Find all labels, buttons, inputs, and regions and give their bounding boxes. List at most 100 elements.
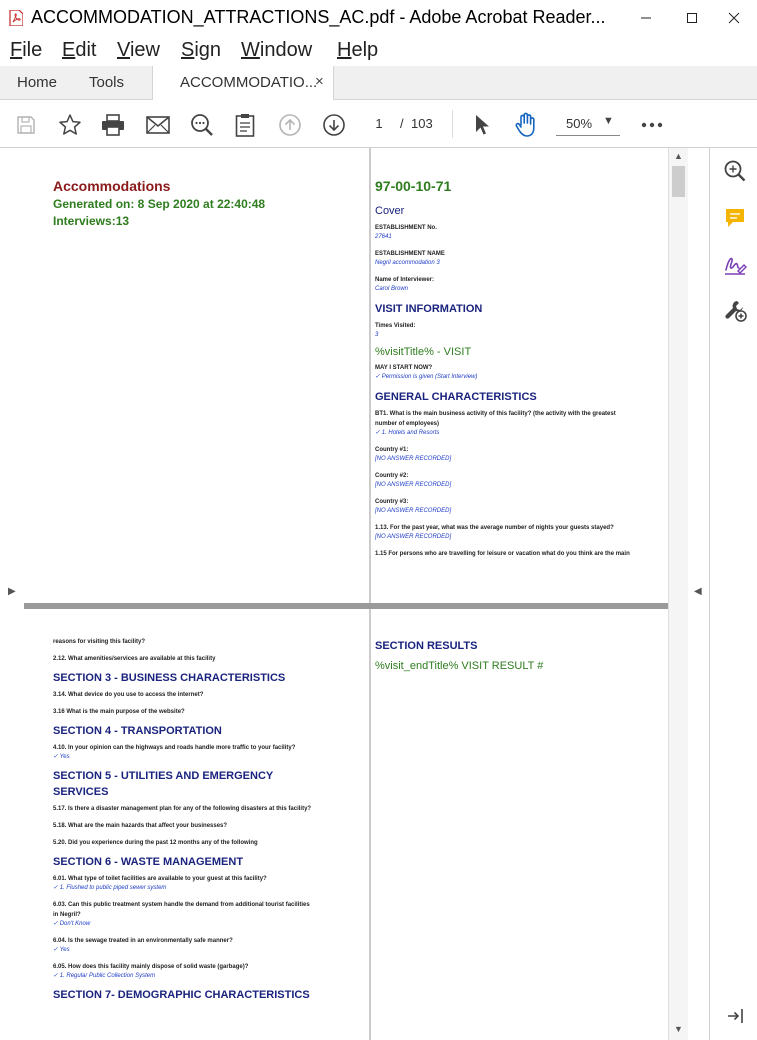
menu-window-mnemonic: W	[241, 39, 260, 61]
country2-question: Country #2:	[375, 473, 409, 479]
q518-question: 5.18. What are the main hazards that aff…	[53, 823, 228, 829]
right-panel-toggle[interactable]: ◀	[688, 148, 709, 1040]
minimize-icon	[641, 17, 651, 19]
page1-interviews: Interviews:13	[53, 214, 130, 228]
zoom-dropdown[interactable]: 50% ▼	[556, 112, 620, 136]
scroll-up-icon[interactable]: ▲	[674, 151, 683, 161]
tab-document-label: ACCOMMODATIO...	[180, 74, 318, 91]
interviewer-answer: Carol Brown	[375, 286, 409, 292]
zoom-value: 50%	[566, 116, 593, 131]
more-tools-panel-button[interactable]	[722, 297, 748, 323]
page4-content: SECTION RESULTS %visit_endTitle% VISIT R…	[375, 640, 543, 672]
more-icon	[641, 122, 663, 128]
more-tools-button[interactable]	[639, 112, 665, 138]
menu-help[interactable]: Help	[337, 39, 378, 62]
save-button[interactable]	[13, 112, 39, 138]
select-cursor-icon	[476, 115, 489, 135]
q410-question: 4.10. In your opinion can the highways a…	[53, 745, 296, 751]
menu-bar: File Edit View Sign Window Help	[0, 36, 757, 66]
tab-tools[interactable]: Tools	[89, 74, 124, 91]
next-page-button[interactable]	[321, 112, 347, 138]
enhance-scan-button[interactable]	[722, 158, 748, 184]
collapse-panel-button[interactable]	[722, 1003, 748, 1029]
fill-sign-icon	[725, 257, 747, 275]
menu-edit[interactable]: Edit	[62, 39, 96, 62]
section4-heading: SECTION 4 - TRANSPORTATION	[53, 725, 222, 737]
q410-answer: ✓ Yes	[53, 754, 70, 760]
bt1-question-line1: BT1. What is the main business activity …	[375, 411, 616, 417]
find-button[interactable]	[189, 112, 215, 138]
scrollbar-thumb[interactable]	[672, 166, 685, 197]
page-up-icon	[279, 114, 301, 136]
hand-tool-button[interactable]	[513, 112, 539, 138]
page-divider-vertical	[369, 148, 371, 1040]
page-number-input[interactable]: 1	[363, 112, 395, 136]
bt1-answer: ✓ 1. Hotels and Resorts	[375, 430, 440, 436]
toolbar: 1 / 103 50% ▼	[0, 100, 757, 148]
fill-sign-button[interactable]	[722, 252, 748, 278]
clipboard-icon	[235, 114, 255, 137]
page2-code: 97-00-10-71	[375, 178, 452, 194]
collapse-right-icon: ◀	[694, 586, 702, 597]
maximize-button[interactable]	[669, 0, 715, 36]
minimize-button[interactable]	[623, 0, 669, 36]
section-results-heading: SECTION RESULTS	[375, 640, 478, 652]
bt1-question-line2: number of employees)	[375, 421, 440, 427]
page2-content: 97-00-10-71 Cover ESTABLISHMENT No. 2764…	[375, 178, 665, 559]
close-button[interactable]	[711, 0, 757, 36]
email-button[interactable]	[145, 112, 171, 138]
menu-sign-mnemonic: S	[181, 39, 195, 61]
page2-cover: Cover	[375, 205, 405, 217]
visit-info-heading: VISIT INFORMATION	[375, 303, 483, 315]
menu-file[interactable]: File	[10, 39, 42, 62]
comment-button[interactable]	[722, 205, 748, 231]
times-answer: 3	[375, 332, 379, 338]
menu-file-label: ile	[22, 39, 43, 61]
page-divider-horizontal	[24, 603, 668, 609]
q316-question: 3.16 What is the main purpose of the web…	[53, 709, 185, 715]
section5-heading-line1: SECTION 5 - UTILITIES AND EMERGENCY	[53, 770, 274, 782]
menu-view[interactable]: View	[117, 39, 160, 62]
document-area: ▶ Accommodations Generated on: 8 Sep 202…	[0, 148, 709, 1040]
country1-question: Country #1:	[375, 447, 409, 453]
print-button[interactable]	[100, 112, 126, 138]
menu-sign-label: ign	[194, 39, 222, 61]
visit-title: %visitTitle% - VISIT	[375, 346, 472, 358]
q605-question: 6.05. How does this facility mainly disp…	[53, 964, 249, 970]
tab-home[interactable]: Home	[17, 74, 57, 91]
window-title: ACCOMMODATION_ATTRACTIONS_AC.pdf - Adobe…	[31, 7, 606, 27]
bookmark-star-icon	[59, 114, 81, 135]
hand-tool-icon	[515, 112, 535, 137]
left-panel-toggle[interactable]: ▶	[0, 148, 24, 1040]
start-answer: ✓ Permission is given (Start Interview)	[375, 374, 478, 380]
section7-heading: SECTION 7- DEMOGRAPHIC CHARACTERISTICS	[53, 989, 310, 1001]
clipboard-button[interactable]	[232, 112, 258, 138]
scroll-down-icon[interactable]: ▼	[674, 1024, 683, 1034]
select-tool-button[interactable]	[469, 112, 495, 138]
right-tools-panel	[709, 148, 757, 1040]
q520-question: 5.20. Did you experience during the past…	[53, 840, 258, 846]
menu-view-mnemonic: V	[117, 39, 130, 61]
tab-close-button[interactable]: ×	[315, 73, 324, 90]
page-total: 103	[411, 116, 433, 131]
toolbar-divider	[452, 110, 453, 138]
previous-page-button[interactable]	[277, 112, 303, 138]
tab-document[interactable]: ACCOMMODATIO... ×	[152, 66, 334, 101]
country3-answer: [NO ANSWER RECORDED]	[375, 508, 452, 514]
menu-window[interactable]: Window	[241, 39, 312, 62]
comment-icon	[726, 209, 744, 227]
section6-heading: SECTION 6 - WASTE MANAGEMENT	[53, 856, 244, 868]
menu-help-label: elp	[351, 39, 379, 61]
vertical-scrollbar[interactable]: ▲ ▼	[668, 148, 688, 1040]
tools-icon	[725, 301, 747, 322]
page-separator: /	[400, 116, 404, 131]
bookmark-button[interactable]	[57, 112, 83, 138]
section3-heading: SECTION 3 - BUSINESS CHARACTERISTICS	[53, 672, 286, 684]
menu-sign[interactable]: Sign	[181, 39, 221, 62]
country1-answer: [NO ANSWER RECORDED]	[375, 456, 452, 462]
q517-question: 5.17. Is there a disaster management pla…	[53, 806, 312, 812]
times-question: Times Visited:	[375, 323, 416, 329]
q603-question-line2: in Negril?	[53, 912, 81, 918]
q601-answer: ✓ 1. Flushed to public piped sewer syste…	[53, 885, 167, 891]
q212-question: 2.12. What amenities/services are availa…	[53, 656, 216, 662]
